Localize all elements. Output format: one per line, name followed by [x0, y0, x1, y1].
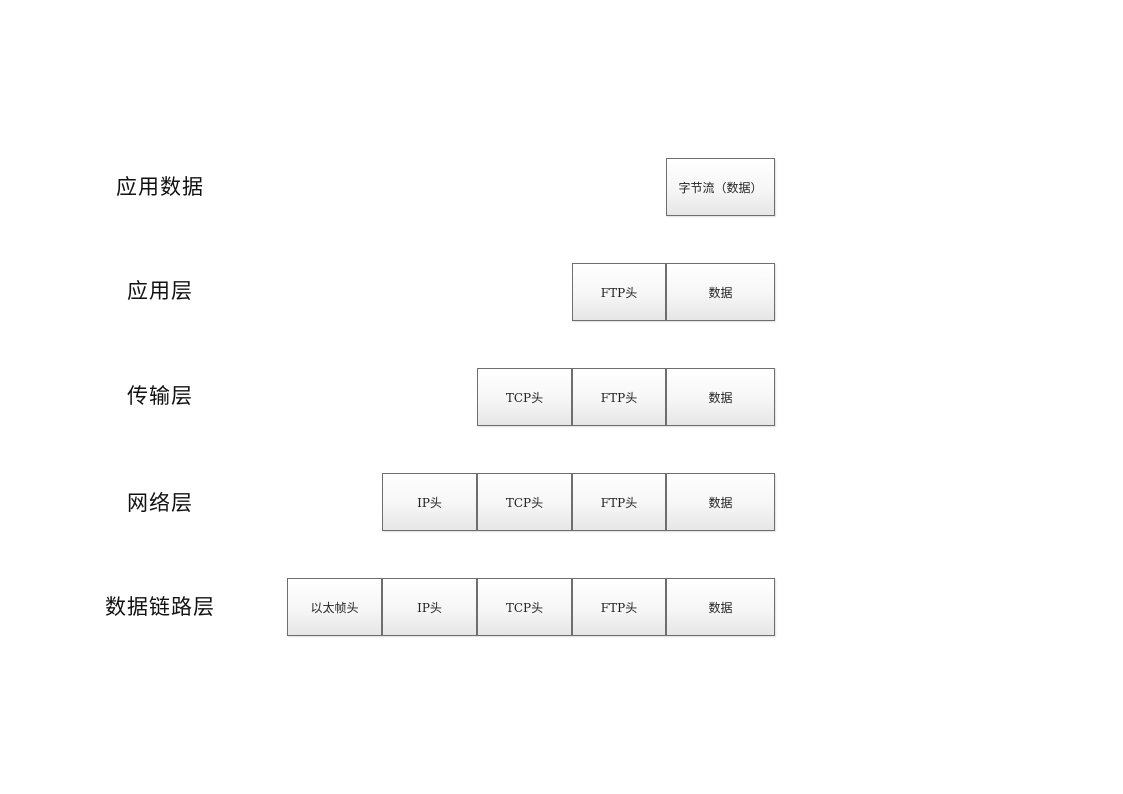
tcp-header-block: TCP头: [477, 368, 572, 426]
ftp-header-block: FTP头: [572, 263, 666, 321]
data-block: 字节流（数据）: [666, 158, 775, 216]
tcp-header-block: TCP头: [477, 473, 572, 531]
tcp-header-block: TCP头: [477, 578, 572, 636]
ip-header-block: IP头: [382, 473, 477, 531]
layer-label-app-data: 应用数据: [116, 175, 204, 199]
ftp-header-block: FTP头: [572, 578, 666, 636]
layer-label-transport: 传输层: [127, 384, 193, 408]
ftp-header-block: FTP头: [572, 473, 666, 531]
ethernet-header-block: 以太帧头: [287, 578, 382, 636]
data-block: 数据: [666, 473, 775, 531]
layer-label-application: 应用层: [127, 279, 193, 303]
ip-header-block: IP头: [382, 578, 477, 636]
data-block: 数据: [666, 578, 775, 636]
layer-label-data-link: 数据链路层: [105, 595, 215, 619]
data-block: 数据: [666, 368, 775, 426]
data-block: 数据: [666, 263, 775, 321]
ftp-header-block: FTP头: [572, 368, 666, 426]
layer-label-network: 网络层: [127, 491, 193, 515]
